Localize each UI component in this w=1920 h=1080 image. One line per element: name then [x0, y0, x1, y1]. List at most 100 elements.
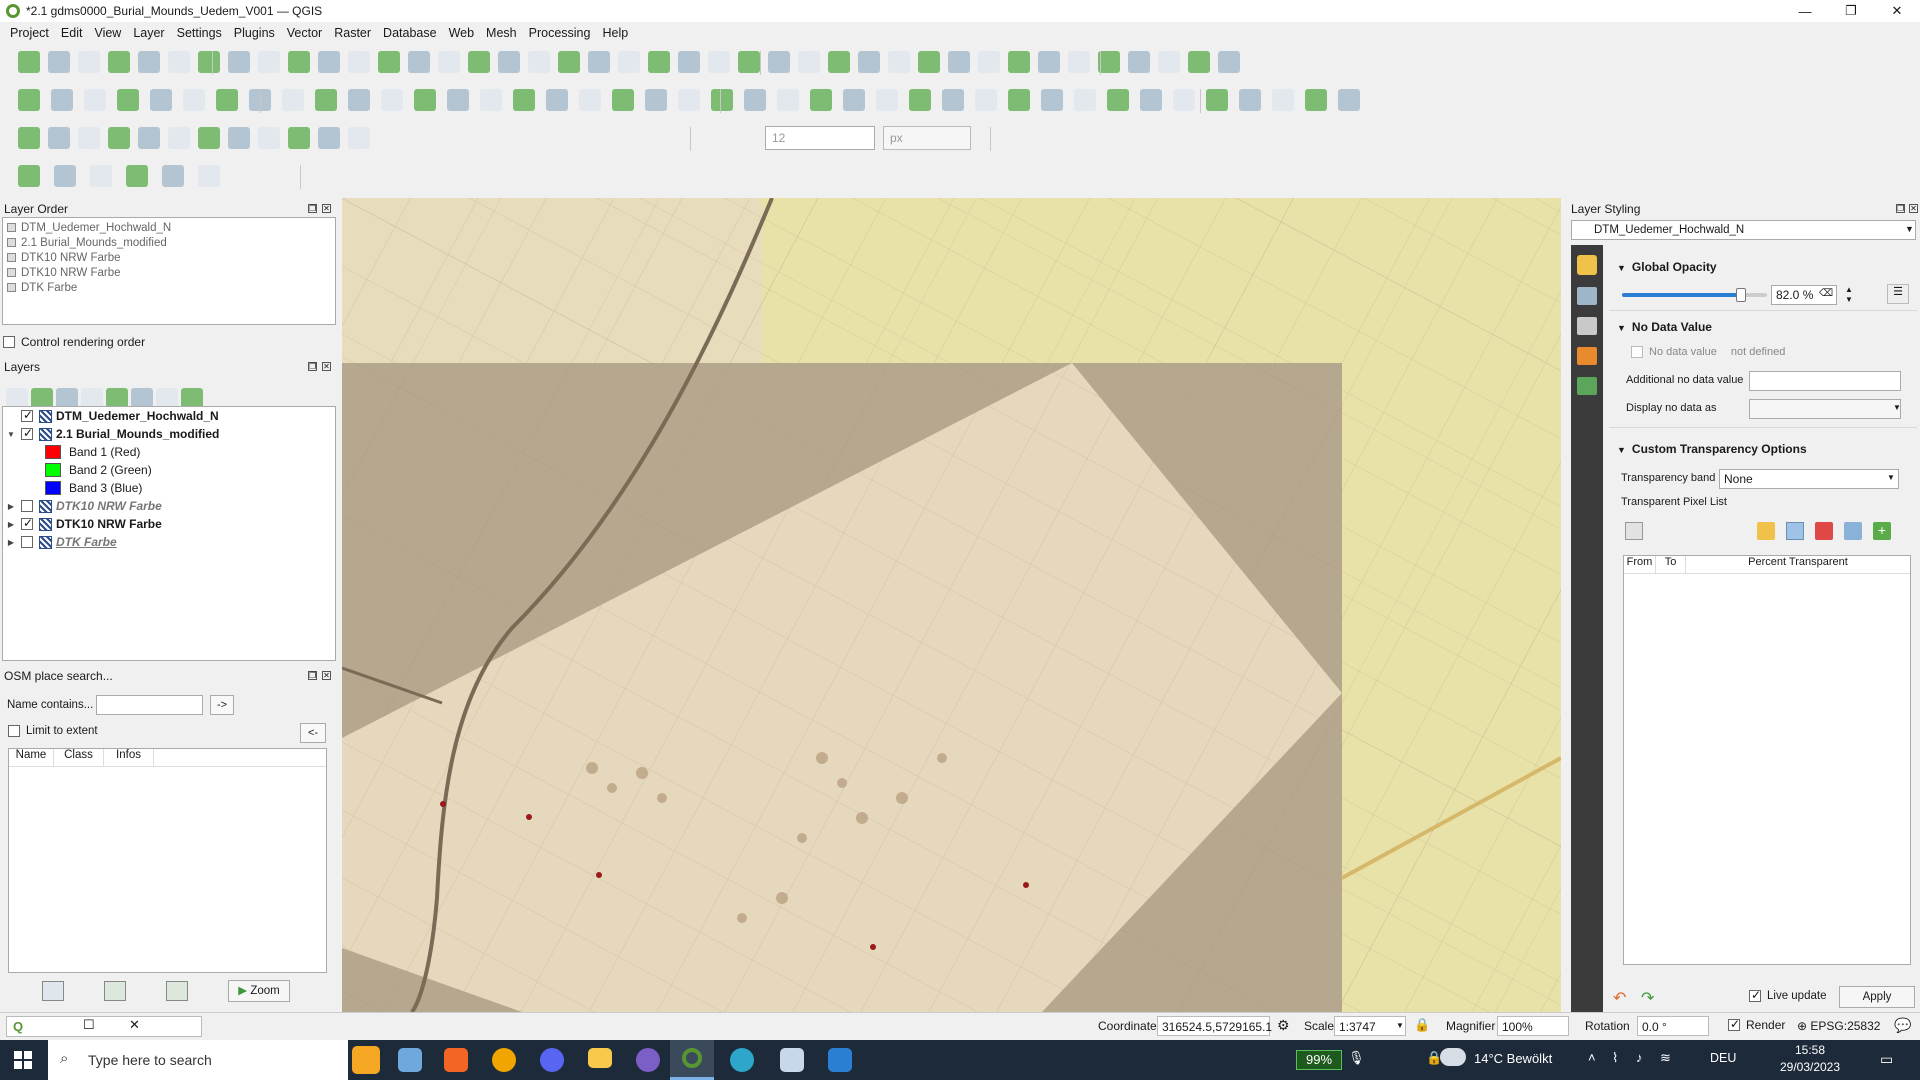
toolbar-tool-icon[interactable]	[447, 89, 469, 111]
no-data-checkbox[interactable]	[1631, 346, 1643, 358]
remove-row-icon[interactable]	[1815, 522, 1833, 540]
data-defined-override-icon[interactable]: ☰	[1887, 284, 1909, 304]
undo-icon[interactable]: ↶	[1613, 988, 1633, 1008]
control-rendering-order[interactable]: Control rendering order	[3, 335, 145, 349]
pixel-list-table[interactable]: From To Percent Transparent	[1623, 555, 1911, 965]
close-icon[interactable]: ✕	[129, 1017, 140, 1033]
rotation-field[interactable]: 0.0 °	[1637, 1016, 1709, 1036]
toolbar-tool-icon[interactable]	[678, 51, 700, 73]
toolbar-tool-icon[interactable]	[1206, 89, 1228, 111]
weather-label[interactable]: 14°C Bewölkt	[1474, 1051, 1552, 1066]
col-to[interactable]: To	[1656, 556, 1686, 573]
layer-visibility-checkbox[interactable]	[21, 426, 33, 440]
col-from[interactable]: From	[1624, 556, 1656, 573]
layer-visibility-checkbox[interactable]	[21, 408, 33, 422]
lock-icon[interactable]: 🔒	[1414, 1017, 1430, 1033]
toolbar-tool-icon[interactable]	[348, 51, 370, 73]
osm-tool-1-icon[interactable]	[42, 981, 64, 1001]
toolbar-tool-icon[interactable]	[1074, 89, 1096, 111]
toolbar-tool-icon[interactable]	[414, 89, 436, 111]
map-canvas[interactable]	[342, 198, 1561, 1012]
close-icon[interactable]: ✕	[1874, 0, 1920, 22]
toolbar-tool-icon[interactable]	[126, 165, 148, 187]
toolbar-tool-icon[interactable]	[942, 89, 964, 111]
toolbar-tool-icon[interactable]	[48, 51, 70, 73]
limit-extent-checkbox[interactable]	[8, 725, 20, 737]
toolbar-tool-icon[interactable]	[1338, 89, 1360, 111]
layer-order-item[interactable]: 2.1 Burial_Mounds_modified	[3, 235, 335, 250]
toolbar-tool-icon[interactable]	[18, 165, 40, 187]
menu-raster[interactable]: Raster	[328, 26, 377, 40]
toolbar-tool-icon[interactable]	[117, 89, 139, 111]
layer-tree-item[interactable]: ▼ 2.1 Burial_Mounds_modified	[5, 425, 219, 443]
collapse-icon[interactable]: ▼	[1617, 445, 1626, 455]
taskbar-app-icon[interactable]	[398, 1048, 422, 1072]
toolbar-tool-icon[interactable]	[378, 51, 400, 73]
layer-visibility-checkbox[interactable]	[21, 500, 33, 512]
toolbar-tool-icon[interactable]	[1008, 51, 1030, 73]
toolbar-tool-icon[interactable]	[348, 89, 370, 111]
history-tab-icon[interactable]	[1577, 377, 1597, 395]
toolbar-tool-icon[interactable]	[78, 51, 100, 73]
apply-button[interactable]: Apply	[1839, 986, 1915, 1008]
toolbar-tool-icon[interactable]	[1158, 51, 1180, 73]
microphone-icon[interactable]: 🎙	[1348, 1050, 1365, 1066]
toolbar-tool-icon[interactable]	[90, 165, 112, 187]
expand-icon[interactable]: ▶	[5, 520, 17, 529]
toolbar-tool-icon[interactable]	[498, 51, 520, 73]
menu-project[interactable]: Project	[4, 26, 55, 40]
magnifier-field[interactable]: 100%	[1497, 1016, 1569, 1036]
toolbar-tool-icon[interactable]	[810, 89, 832, 111]
toolbar-tool-icon[interactable]	[84, 89, 106, 111]
taskbar-app-icon[interactable]	[828, 1048, 852, 1072]
layer-visibility-checkbox[interactable]	[21, 516, 33, 530]
toolbar-tool-icon[interactable]	[51, 89, 73, 111]
toolbar-tool-icon[interactable]	[513, 89, 535, 111]
toolbar-tool-icon[interactable]	[108, 127, 130, 149]
no-data-checkbox-row[interactable]: No data value not defined	[1631, 346, 1785, 358]
toolbar-tool-icon[interactable]	[909, 89, 931, 111]
toolbar-tool-icon[interactable]	[18, 127, 40, 149]
windows-start-icon[interactable]	[14, 1051, 32, 1069]
toolbar-tool-icon[interactable]	[1038, 51, 1060, 73]
opacity-slider-handle[interactable]	[1735, 288, 1746, 302]
menu-settings[interactable]: Settings	[171, 26, 228, 40]
battery-indicator[interactable]: 99%	[1296, 1050, 1342, 1070]
layer-order-checkbox[interactable]	[7, 223, 16, 232]
collapse-icon[interactable]: ▼	[1617, 263, 1626, 273]
folder-icon[interactable]	[1757, 522, 1775, 540]
toolbar-tool-icon[interactable]	[282, 89, 304, 111]
menu-edit[interactable]: Edit	[55, 26, 89, 40]
wifi-icon[interactable]: ≋	[1660, 1050, 1671, 1066]
toolbar-tool-icon[interactable]	[828, 51, 850, 73]
layer-visibility-checkbox[interactable]	[21, 536, 33, 548]
toolbar-tool-icon[interactable]	[612, 89, 634, 111]
close-panel-icon[interactable]: ✕	[322, 204, 331, 213]
close-panel-icon[interactable]: ✕	[1909, 204, 1918, 213]
menu-layer[interactable]: Layer	[127, 26, 170, 40]
taskbar-app-icon[interactable]	[352, 1046, 380, 1074]
osm-tool-3-icon[interactable]	[166, 981, 188, 1001]
render-toggle[interactable]: Render	[1728, 1017, 1785, 1032]
layer-tree-item[interactable]: ▶ DTK Farbe	[5, 533, 117, 551]
taskbar-app-icon[interactable]	[780, 1048, 804, 1072]
toolbar-tool-icon[interactable]	[315, 89, 337, 111]
menu-database[interactable]: Database	[377, 26, 443, 40]
toolbar-tool-icon[interactable]	[579, 89, 601, 111]
legend-band-item[interactable]: Band 3 (Blue)	[45, 479, 142, 497]
toolbar-tool-icon[interactable]	[744, 89, 766, 111]
layer-order-item[interactable]: DTK Farbe	[3, 280, 335, 295]
col-percent-transparent[interactable]: Percent Transparent	[1686, 556, 1910, 573]
toolbar-tool-icon[interactable]	[183, 89, 205, 111]
toolbar-tool-icon[interactable]	[216, 89, 238, 111]
toolbar-tool-icon[interactable]	[777, 89, 799, 111]
toolbar-tool-icon[interactable]	[18, 89, 40, 111]
rendering-tab-icon[interactable]	[1577, 347, 1597, 365]
toolbar-tool-icon[interactable]	[711, 89, 733, 111]
coordinate-field[interactable]: 316524.5,5729165.1	[1157, 1016, 1272, 1036]
toolbar-tool-icon[interactable]	[1188, 51, 1210, 73]
legend-band-item[interactable]: Band 1 (Red)	[45, 443, 140, 461]
col-name[interactable]: Name	[9, 749, 54, 766]
toolbar-tool-icon[interactable]	[888, 51, 910, 73]
menu-vector[interactable]: Vector	[281, 26, 328, 40]
